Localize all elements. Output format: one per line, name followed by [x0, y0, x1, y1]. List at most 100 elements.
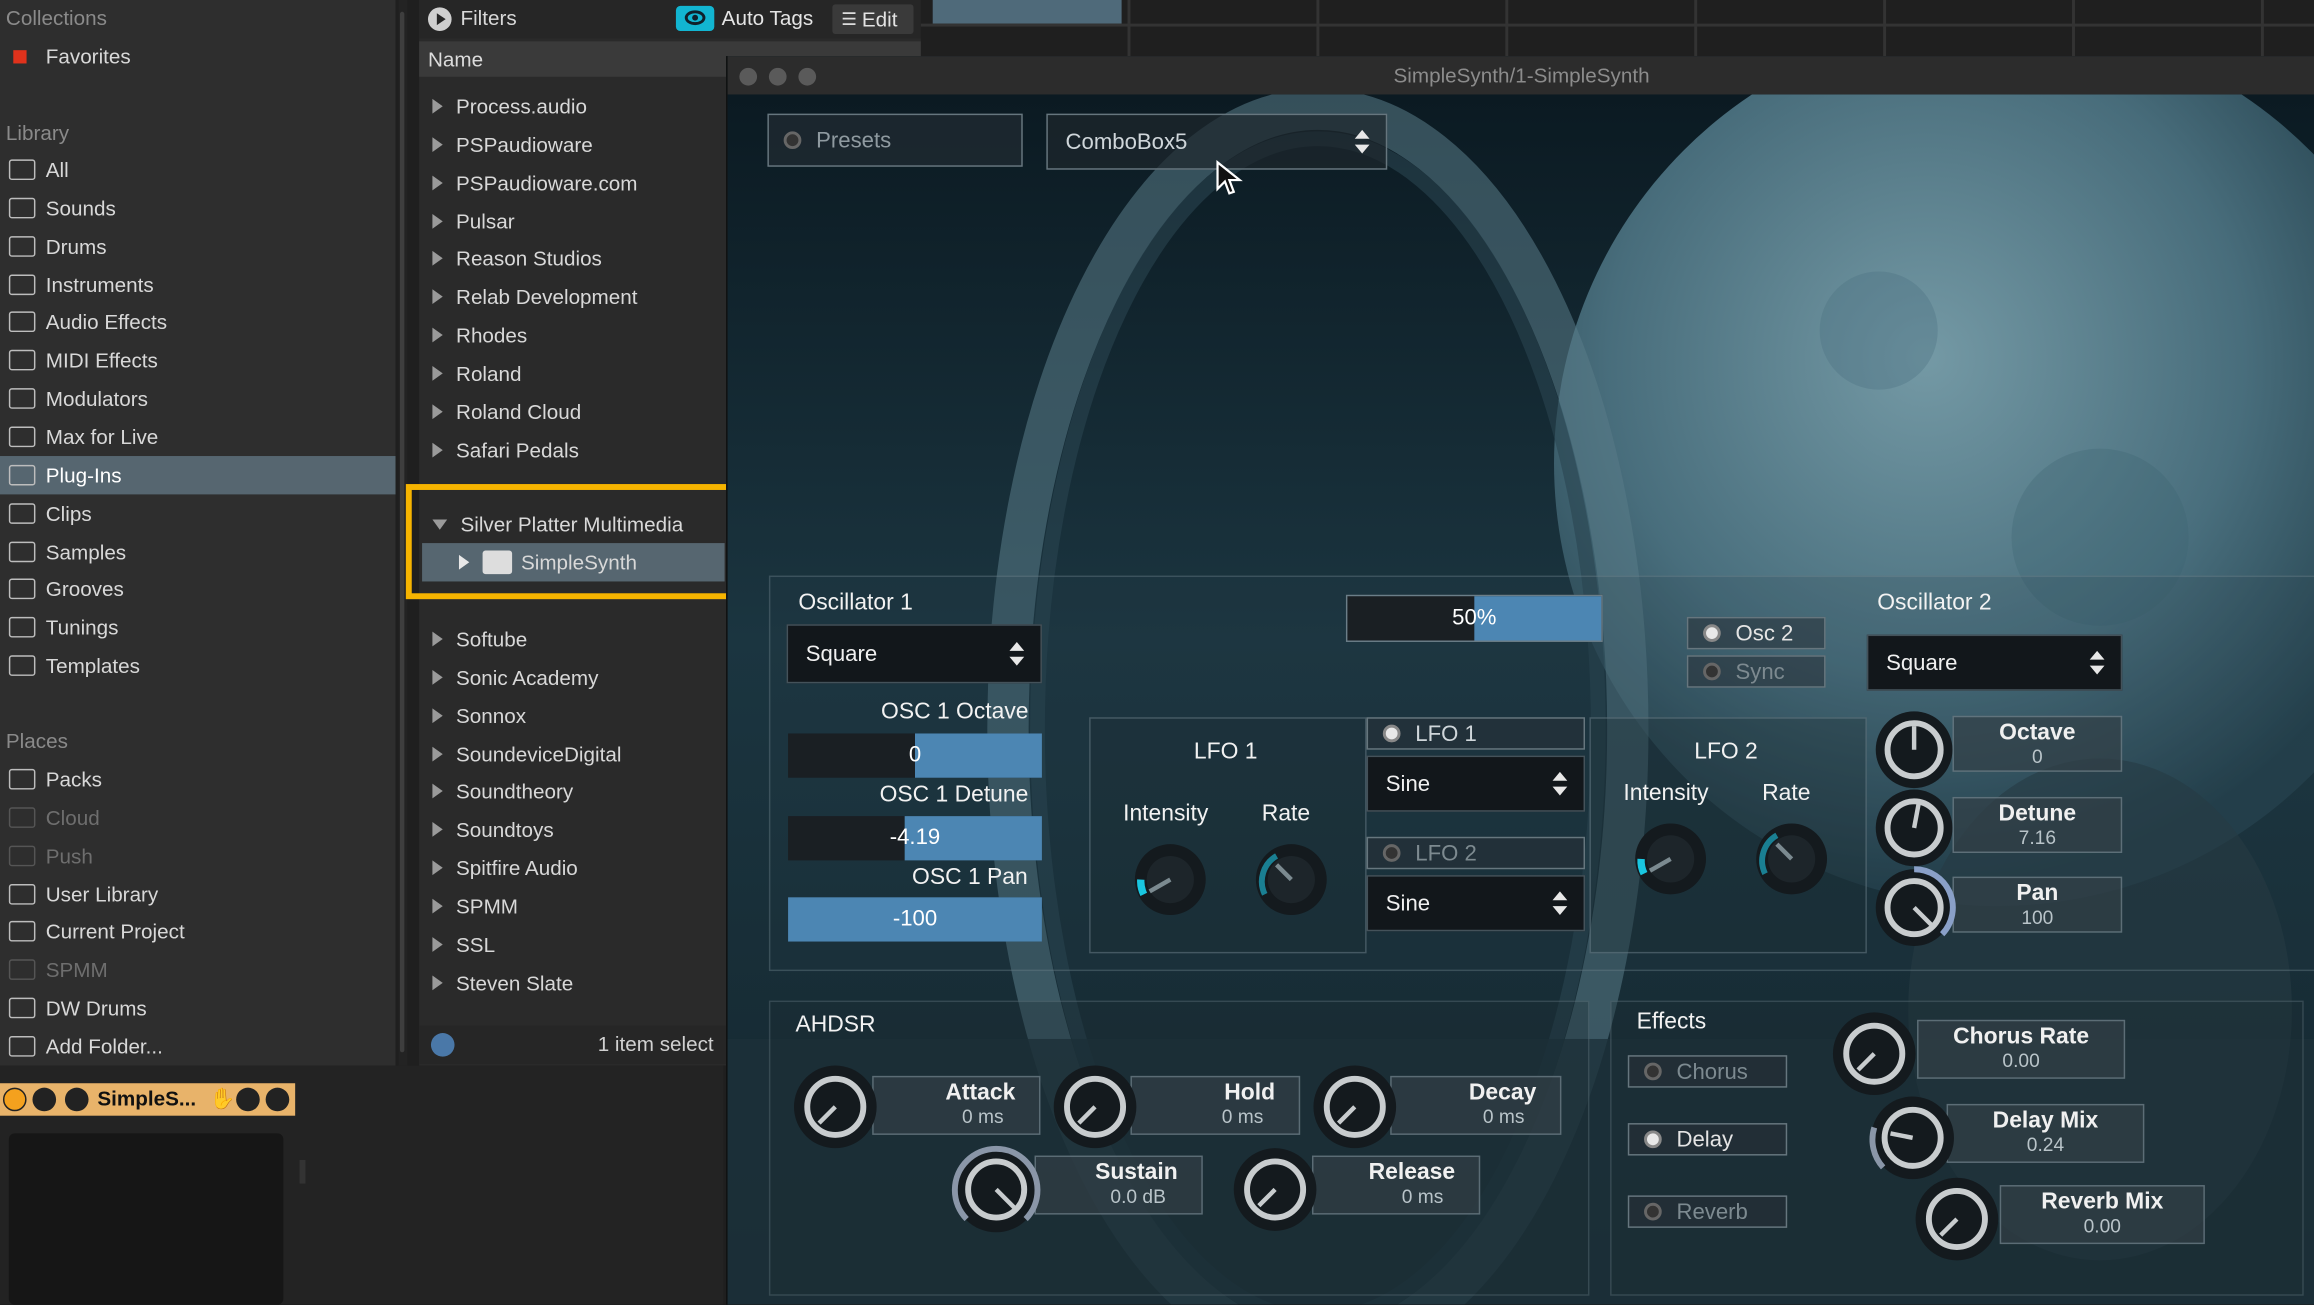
- vendor-row-sonic-academy[interactable]: Sonic Academy: [419, 658, 729, 696]
- auto-tags-label[interactable]: Auto Tags: [722, 6, 814, 30]
- osc1-wave-select[interactable]: Square: [786, 624, 1042, 684]
- filters-label[interactable]: Filters: [460, 6, 516, 30]
- chevron-right-icon[interactable]: [432, 175, 443, 190]
- window-minimize-icon[interactable]: [768, 67, 787, 86]
- sidebar-item-clips[interactable]: Clips: [0, 494, 396, 532]
- delay-toggle[interactable]: Delay: [1627, 1123, 1788, 1156]
- osc1-octave-slider[interactable]: 0: [788, 733, 1042, 778]
- chevron-right-icon[interactable]: [432, 669, 443, 685]
- device-power-icon[interactable]: [2, 1087, 27, 1112]
- chevron-right-icon[interactable]: [432, 784, 443, 799]
- chevron-right-icon[interactable]: [432, 822, 443, 838]
- device-fold-icon[interactable]: [32, 1087, 57, 1112]
- device-menu-icon[interactable]: [236, 1087, 260, 1112]
- osc1-detune-slider[interactable]: -4.19: [788, 816, 1042, 861]
- vendor-row-soundevicedigital[interactable]: SoundeviceDigital: [419, 734, 729, 772]
- vendor-row-pulsar[interactable]: Pulsar: [419, 202, 729, 240]
- window-close-icon[interactable]: [739, 67, 758, 86]
- reverb-mix-knob[interactable]: [1911, 1173, 2002, 1264]
- sidebar-item-grooves[interactable]: Grooves: [0, 570, 396, 608]
- sidebar-item-dw-drums[interactable]: DW Drums: [0, 989, 396, 1027]
- device-save-icon[interactable]: [265, 1087, 290, 1112]
- vendor-row-safari-pedals[interactable]: Safari Pedals: [419, 430, 729, 468]
- vendor-row-softube[interactable]: Softube: [419, 620, 729, 658]
- sidebar-item-instruments[interactable]: Instruments: [0, 265, 396, 303]
- chevron-right-icon[interactable]: [432, 98, 443, 114]
- lfo1-toggle[interactable]: LFO 1: [1366, 717, 1586, 750]
- sidebar-item-samples[interactable]: Samples: [0, 532, 396, 570]
- chevron-right-icon[interactable]: [432, 365, 443, 381]
- sidebar-item-drums[interactable]: Drums: [0, 227, 396, 265]
- osc-mix-slider[interactable]: 50%: [1345, 594, 1603, 642]
- chevron-right-icon[interactable]: [432, 860, 443, 876]
- lfo2-intensity-knob[interactable]: [1629, 818, 1712, 901]
- chevron-right-icon[interactable]: [432, 213, 443, 229]
- sync-toggle[interactable]: Sync: [1686, 655, 1826, 688]
- vendor-row-ssl[interactable]: SSL: [419, 925, 729, 963]
- reverb-toggle[interactable]: Reverb: [1627, 1195, 1788, 1228]
- sidebar-item-current-project[interactable]: Current Project: [0, 913, 396, 951]
- sidebar-item-max-for-live[interactable]: Max for Live: [0, 418, 396, 456]
- vendor-row-pspaudioware[interactable]: PSPaudioware: [419, 125, 729, 163]
- sidebar-item-spmm[interactable]: SPMM: [0, 951, 396, 989]
- sidebar-item-user-library[interactable]: User Library: [0, 874, 396, 912]
- vendor-row-roland-cloud[interactable]: Roland Cloud: [419, 392, 729, 430]
- vendor-row-relab-development[interactable]: Relab Development: [419, 278, 729, 316]
- lfo1-wave-select[interactable]: Sine: [1366, 755, 1586, 812]
- sidebar-scrollbar[interactable]: [399, 11, 405, 1053]
- osc2-pan-knob[interactable]: [1870, 863, 1959, 952]
- presets-button[interactable]: Presets: [767, 113, 1023, 167]
- lfo2-rate-knob[interactable]: [1750, 818, 1833, 901]
- vendor-row-soundtheory[interactable]: Soundtheory: [419, 772, 729, 810]
- filters-toggle-icon[interactable]: [427, 7, 452, 31]
- vendor-row-sonnox[interactable]: Sonnox: [419, 696, 729, 734]
- sidebar-item-plug-ins[interactable]: Plug-Ins: [0, 455, 396, 495]
- sidebar-item-cloud[interactable]: Cloud: [0, 798, 396, 836]
- osc2-wave-select[interactable]: Square: [1866, 634, 2123, 691]
- sidebar-item-push[interactable]: Push: [0, 836, 396, 874]
- chevron-right-icon[interactable]: [432, 251, 443, 267]
- vendor-row-soundtoys[interactable]: Soundtoys: [419, 811, 729, 849]
- delay-mix-knob[interactable]: [1867, 1092, 1958, 1183]
- sidebar-item-packs[interactable]: Packs: [0, 760, 396, 798]
- sidebar-item-sounds[interactable]: Sounds: [0, 189, 396, 227]
- vendor-row-reason-studios[interactable]: Reason Studios: [419, 240, 729, 278]
- sidebar-item-audio-effects[interactable]: Audio Effects: [0, 303, 396, 341]
- vendor-row-pspaudioware-com[interactable]: PSPaudioware.com: [419, 163, 729, 201]
- vendor-row-spitfire-audio[interactable]: Spitfire Audio: [419, 849, 729, 887]
- chevron-right-icon[interactable]: [432, 442, 443, 457]
- device-chip[interactable]: SimpleS... ✋: [0, 1083, 296, 1116]
- device-scrollbar[interactable]: [299, 1159, 306, 1184]
- hold-knob[interactable]: [1049, 1061, 1140, 1152]
- chevron-right-icon[interactable]: [432, 631, 443, 647]
- sidebar-item-all[interactable]: All: [0, 151, 396, 189]
- chevron-right-icon[interactable]: [432, 936, 443, 952]
- hand-icon[interactable]: ✋: [210, 1086, 236, 1111]
- chevron-right-icon[interactable]: [432, 898, 443, 914]
- chevron-right-icon[interactable]: [432, 707, 443, 723]
- sidebar-item-templates[interactable]: Templates: [0, 646, 396, 684]
- chevron-right-icon[interactable]: [432, 137, 443, 152]
- eye-icon[interactable]: [675, 5, 715, 31]
- sidebar-item-modulators[interactable]: Modulators: [0, 379, 396, 417]
- chevron-right-icon[interactable]: [432, 404, 443, 419]
- lfo1-intensity-knob[interactable]: [1129, 838, 1212, 921]
- sustain-knob[interactable]: [947, 1141, 1044, 1238]
- vendor-row-rhodes[interactable]: Rhodes: [419, 316, 729, 354]
- vendor-row-spmm[interactable]: SPMM: [419, 887, 729, 925]
- chevron-right-icon[interactable]: [432, 289, 443, 305]
- chorus-toggle[interactable]: Chorus: [1627, 1055, 1788, 1088]
- osc2-detune-knob[interactable]: [1870, 784, 1959, 873]
- chorus-rate-knob[interactable]: [1829, 1008, 1920, 1099]
- lfo2-toggle[interactable]: LFO 2: [1366, 836, 1586, 870]
- attack-knob[interactable]: [790, 1061, 881, 1152]
- preview-icon[interactable]: [430, 1033, 455, 1057]
- edit-button[interactable]: ☰ Edit: [832, 4, 914, 34]
- sidebar-item-favorites[interactable]: Favorites: [0, 37, 396, 75]
- vendor-row-steven-slate[interactable]: Steven Slate: [419, 963, 729, 1001]
- sidebar-item-midi-effects[interactable]: MIDI Effects: [0, 341, 396, 379]
- sidebar-item-tunings[interactable]: Tunings: [0, 608, 396, 646]
- window-zoom-icon[interactable]: [798, 67, 817, 86]
- vendor-row-roland[interactable]: Roland: [419, 354, 729, 392]
- chevron-right-icon[interactable]: [432, 746, 443, 761]
